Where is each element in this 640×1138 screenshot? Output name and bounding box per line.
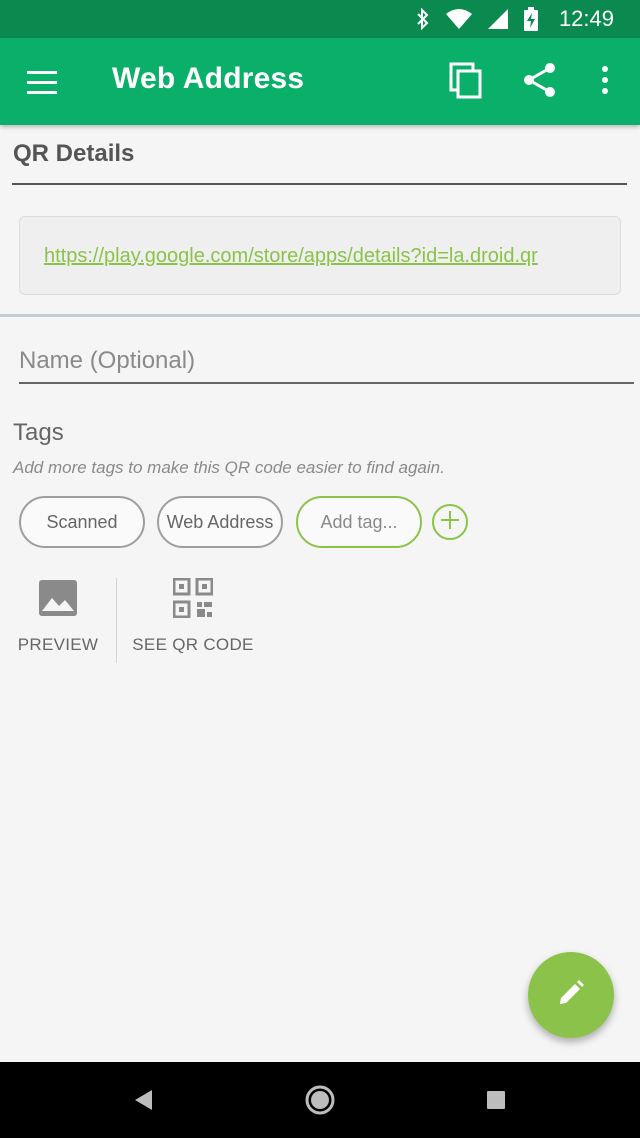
tag-chip-web-address[interactable]: Web Address (157, 496, 283, 548)
battery-charging-icon (523, 7, 539, 31)
more-vert-icon[interactable] (590, 60, 620, 100)
recent-apps-icon[interactable] (480, 1084, 512, 1116)
url-link[interactable]: https://play.google.com/store/apps/detai… (44, 245, 538, 268)
add-tag-input[interactable]: Add tag... (296, 496, 422, 548)
share-icon[interactable] (520, 60, 560, 100)
back-icon[interactable] (128, 1084, 160, 1116)
preview-label: PREVIEW (17, 635, 99, 654)
heading-divider (12, 183, 627, 185)
qr-details-heading: QR Details (13, 140, 135, 167)
see-qr-code-label: SEE QR CODE (132, 635, 254, 654)
plus-icon (439, 509, 461, 536)
home-icon[interactable] (303, 1083, 337, 1117)
page-title: Web Address (112, 62, 305, 95)
signal-icon (487, 8, 509, 30)
menu-icon[interactable] (24, 64, 60, 100)
wifi-icon (445, 8, 473, 30)
navigation-bar (0, 1062, 640, 1138)
url-card: https://play.google.com/store/apps/detai… (19, 216, 621, 295)
preview-button[interactable]: PREVIEW (14, 578, 102, 655)
tags-heading: Tags (13, 419, 64, 446)
copy-icon[interactable] (446, 60, 486, 100)
add-tag-button[interactable] (432, 504, 468, 540)
tag-chip-scanned[interactable]: Scanned (19, 496, 145, 548)
section-divider (0, 314, 640, 317)
edit-pencil-icon (557, 979, 585, 1012)
image-icon (38, 580, 78, 622)
tags-hint: Add more tags to make this QR code easie… (13, 458, 445, 477)
status-bar: 12:49 (0, 0, 640, 38)
see-qr-code-button[interactable]: SEE QR CODE (130, 577, 256, 655)
status-time: 12:49 (558, 6, 614, 31)
app-bar: Web Address (0, 38, 640, 125)
bluetooth-icon (415, 8, 431, 30)
action-divider (116, 578, 117, 663)
qr-code-icon (172, 577, 214, 622)
name-input[interactable] (19, 342, 634, 384)
edit-fab[interactable] (528, 952, 614, 1038)
